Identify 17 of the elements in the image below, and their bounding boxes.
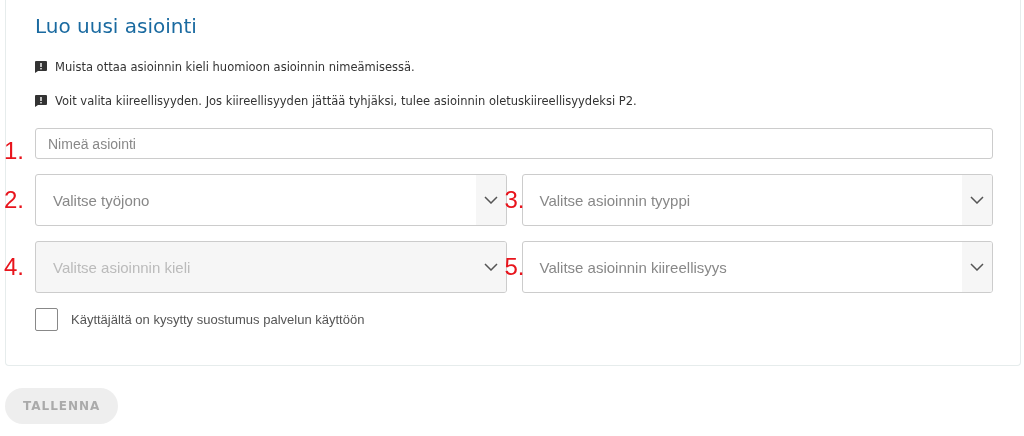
chevron-down-icon bbox=[970, 263, 984, 271]
chevron-down-icon bbox=[970, 196, 984, 204]
info-note: Voit valita kiireellisyyden. Jos kiireellisyyden jättää tyhjäksi, tulee asioinnin oletuskiireellisyydeksi P2. bbox=[55, 94, 637, 108]
select-field[interactable]: Valitse asioinnin kiireellisyys bbox=[521, 241, 993, 293]
annotation-number: 2. bbox=[4, 186, 24, 214]
name-field[interactable]: Nimeä asiointi bbox=[35, 128, 993, 159]
consent-checkbox[interactable] bbox=[35, 308, 58, 331]
annotation-number: 4. bbox=[4, 253, 24, 281]
chevron-down-icon bbox=[483, 196, 498, 204]
form-title: Luo uusi asiointi bbox=[35, 14, 198, 38]
annotation-number: 1. bbox=[4, 137, 24, 165]
select-field[interactable]: Valitse asioinnin tyyppi bbox=[521, 174, 993, 226]
message-alert-icon bbox=[35, 61, 47, 73]
chevron-down-icon bbox=[483, 263, 498, 271]
info-note: Muista ottaa asioinnin kieli huomioon asioinnin nimeämisessä. bbox=[55, 60, 415, 74]
consent-label: Käyttäjältä on kysytty suostumus palvelun käyttöön bbox=[71, 312, 365, 327]
message-alert-icon bbox=[35, 95, 47, 107]
